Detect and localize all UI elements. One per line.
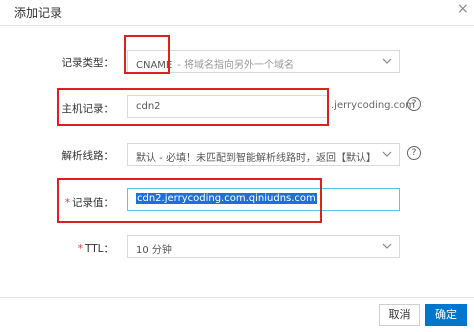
resolution-line-value: 默认 - 必填！未匹配到智能解析线路时，返回【默认】线路... [136, 153, 376, 164]
close-icon[interactable]: × [457, 2, 469, 16]
add-record-dialog: 添加记录 × 记录类型： CNAME - 将域名指向另外一个域名 主机记录： cd… [0, 0, 474, 332]
ttl-value: 10 分钟 [136, 245, 172, 256]
annotation-box-host-record [57, 88, 329, 126]
resolution-line-label: 解析线路： [61, 150, 115, 162]
record-type-label: 记录类型： [61, 57, 115, 69]
help-icon[interactable]: ? [407, 146, 421, 160]
required-mark: * [77, 243, 83, 255]
annotation-box-record-type [124, 35, 170, 74]
ttl-label-text: TTL： [85, 243, 114, 255]
record-type-hint: - 将域名指向另外一个域名 [177, 60, 295, 71]
domain-suffix: .jerrycoding.com [331, 100, 416, 111]
annotation-box-record-value [57, 178, 322, 223]
header-divider [0, 25, 474, 26]
dialog-title: 添加记录 [14, 6, 63, 20]
chevron-down-icon [382, 243, 392, 249]
resolution-line-select[interactable]: 默认 - 必填！未匹配到智能解析线路时，返回【默认】线路... [127, 143, 400, 166]
cancel-button[interactable]: 取消 [379, 304, 420, 326]
chevron-down-icon [382, 58, 392, 64]
confirm-button[interactable]: 确定 [425, 304, 467, 326]
help-icon[interactable]: ? [407, 97, 421, 111]
ttl-select[interactable]: 10 分钟 [127, 235, 400, 258]
ttl-label: * TTL： [78, 241, 114, 256]
chevron-down-icon [382, 151, 392, 157]
footer-divider [0, 297, 474, 298]
